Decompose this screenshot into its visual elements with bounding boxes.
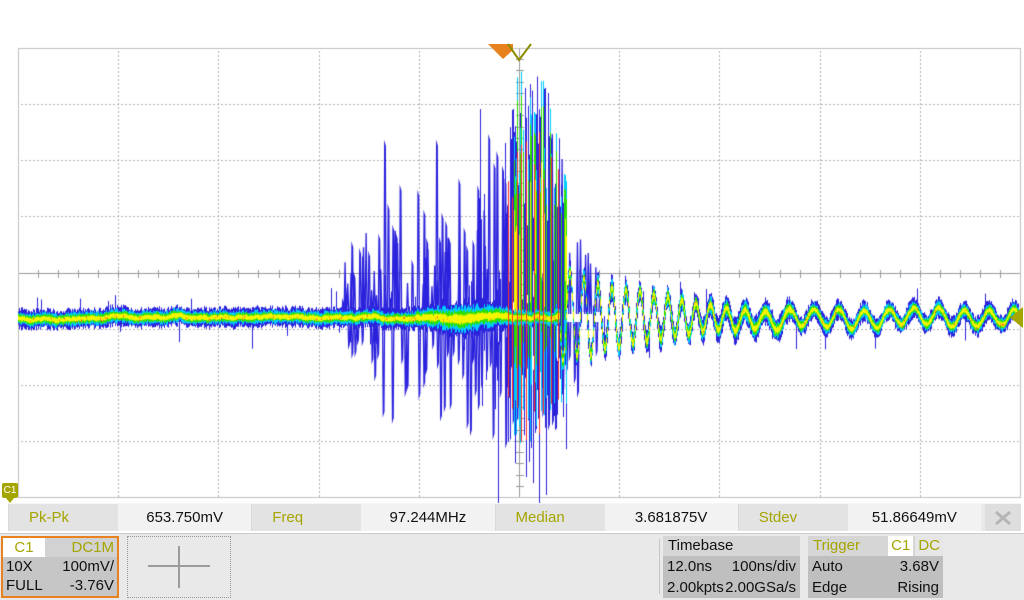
trigger-level-marker[interactable] (1008, 306, 1024, 329)
measurement-value: 653.750mV (118, 504, 251, 531)
measurement-freq[interactable]: Freq 97.244MHz (251, 504, 494, 531)
measurement-median[interactable]: Median 3.681875V (495, 504, 738, 531)
channel1-offset: -3.76V (70, 576, 114, 595)
waveform-display (0, 0, 1024, 505)
crosshair-icon (178, 546, 180, 588)
channel1-probe: 10X (6, 557, 33, 576)
channel1-bandwidth: FULL (6, 576, 43, 595)
trigger-source-chip: C1 (888, 536, 913, 556)
measurement-label: Pk-Pk (9, 504, 118, 531)
measurement-pkpk[interactable]: Pk-Pk 653.750mV (8, 504, 251, 531)
channel1-tab[interactable]: C1 (3, 538, 45, 557)
measurement-value: 51.86649mV (848, 504, 981, 531)
trigger-position-marker[interactable] (484, 40, 536, 64)
trigger-slope: Rising (897, 577, 939, 598)
channel1-scale: 100mV/ (62, 557, 114, 576)
trigger-title: Trigger (808, 536, 886, 556)
panel-divider (659, 539, 660, 594)
measurement-bar: Pk-Pk 653.750mV Freq 97.244MHz Median 3.… (8, 503, 1021, 531)
timebase-scale: 100ns/div (725, 556, 796, 577)
trigger-level: 3.68V (897, 556, 939, 577)
empty-descriptor-slot[interactable] (127, 536, 231, 598)
measurement-label: Stdev (739, 504, 848, 531)
measurement-value: 3.681875V (605, 504, 738, 531)
timebase-samples: 2.00kpts (667, 577, 725, 598)
trigger-type: Edge (812, 577, 897, 598)
measurement-label: Freq (252, 504, 361, 531)
timebase-box[interactable]: Timebase 12.0ns 100ns/div 2.00kpts 2.00G… (663, 536, 800, 598)
timebase-rate: 2.00GSa/s (725, 577, 796, 598)
close-measurements-button[interactable] (985, 504, 1021, 531)
close-icon (994, 511, 1012, 525)
timebase-delay: 12.0ns (667, 556, 725, 577)
trigger-coupling-chip: DC (915, 536, 943, 556)
measurement-value: 97.244MHz (361, 504, 494, 531)
measurement-stdev[interactable]: Stdev 51.86649mV (738, 504, 981, 531)
channel1-coupling: DC1M (45, 538, 117, 557)
channel1-position-marker[interactable]: C1 (2, 483, 18, 498)
oscilloscope-screen: C1 Pk-Pk 653.750mV Freq 97.244MHz Median… (0, 0, 1024, 600)
trigger-level-triangle-icon (1010, 307, 1023, 328)
channel1-descriptor-box[interactable]: C1 DC1M 10X 100mV/ FULL -3.76V (1, 536, 119, 598)
trigger-mode: Auto (812, 556, 897, 577)
status-panel: C1 DC1M 10X 100mV/ FULL -3.76V Timebase … (0, 533, 1024, 600)
measurement-label: Median (496, 504, 605, 531)
trigger-box[interactable]: Trigger C1 DC Auto 3.68V Edge Rising (808, 536, 943, 598)
channel1-descriptor-header: C1 DC1M (3, 538, 117, 557)
timebase-title: Timebase (663, 536, 800, 556)
